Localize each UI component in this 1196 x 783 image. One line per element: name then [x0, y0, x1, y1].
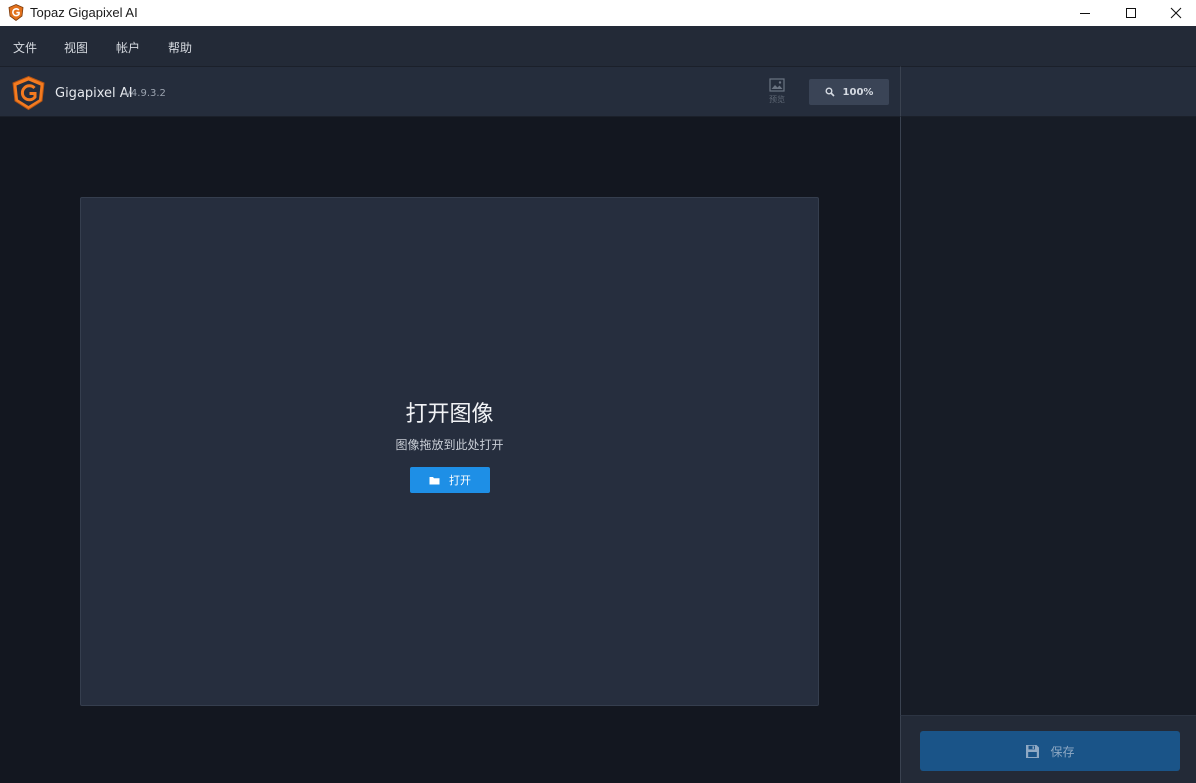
window-titlebar: Topaz Gigapixel AI [0, 0, 1196, 26]
close-button[interactable] [1153, 0, 1196, 26]
magnifier-icon [825, 87, 835, 97]
open-image-button[interactable]: 打开 [410, 467, 490, 493]
folder-icon [429, 476, 440, 485]
zoom-button[interactable]: 100% [809, 79, 889, 105]
zoom-level: 100% [843, 87, 874, 98]
gigapixel-logo-icon [11, 75, 46, 111]
main-toolbar: Gigapixel AI v4.9.3.2 预览 100% [0, 66, 900, 117]
save-button[interactable]: 保存 [920, 731, 1180, 771]
maximize-icon [1125, 7, 1137, 19]
menu-item-file[interactable]: 文件 [13, 39, 37, 56]
save-button-label: 保存 [1050, 743, 1074, 760]
app-version: v4.9.3.2 [125, 88, 166, 99]
menu-item-account[interactable]: 帐户 [116, 39, 140, 56]
minimize-icon [1079, 7, 1091, 19]
save-area: 保存 [900, 715, 1196, 783]
menu-bar: 文件 视图 帐户 帮助 [0, 26, 1196, 66]
right-settings-panel [900, 117, 1196, 715]
menu-item-help[interactable]: 帮助 [168, 39, 192, 56]
menu-item-view[interactable]: 视图 [64, 39, 88, 56]
minimize-button[interactable] [1062, 0, 1108, 26]
drop-zone-title: 打开图像 [81, 396, 818, 428]
maximize-button[interactable] [1108, 0, 1154, 26]
app-logo-icon [8, 4, 24, 21]
right-panel-header [900, 66, 1196, 117]
preview-button[interactable]: 预览 [762, 78, 792, 110]
preview-label: 预览 [769, 94, 785, 105]
image-drop-zone[interactable]: 打开图像 图像拖放到此处打开 打开 [80, 197, 819, 706]
window-title: Topaz Gigapixel AI [30, 5, 138, 20]
open-button-label: 打开 [449, 472, 471, 488]
save-disk-icon [1025, 744, 1040, 759]
drop-zone-subtitle: 图像拖放到此处打开 [81, 436, 818, 453]
close-icon [1170, 7, 1182, 19]
app-name: Gigapixel AI [55, 86, 133, 101]
image-preview-icon [769, 78, 785, 92]
